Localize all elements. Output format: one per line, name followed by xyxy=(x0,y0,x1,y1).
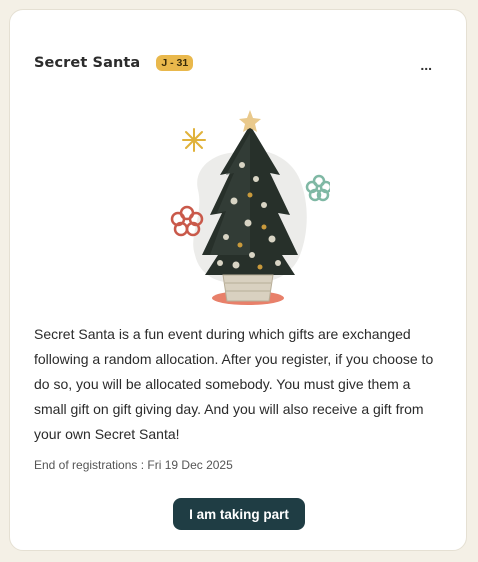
more-options-button[interactable]: ... xyxy=(420,58,432,72)
sparkle-icon xyxy=(182,128,206,152)
take-part-button[interactable]: I am taking part xyxy=(173,498,305,530)
card-title: Secret Santa xyxy=(34,55,141,71)
registration-deadline: End of registrations : Fri 19 Dec 2025 xyxy=(34,458,233,472)
secret-santa-card: Secret Santa J - 31 ... Secret Santa is … xyxy=(9,9,467,551)
flower-green-icon xyxy=(305,174,330,202)
tree-basket xyxy=(222,274,274,302)
card-header: Secret Santa J - 31 ... xyxy=(34,52,442,74)
christmas-tree-icon xyxy=(170,110,330,305)
countdown-badge: J - 31 xyxy=(156,55,194,71)
event-description: Secret Santa is a fun event during which… xyxy=(34,326,434,442)
